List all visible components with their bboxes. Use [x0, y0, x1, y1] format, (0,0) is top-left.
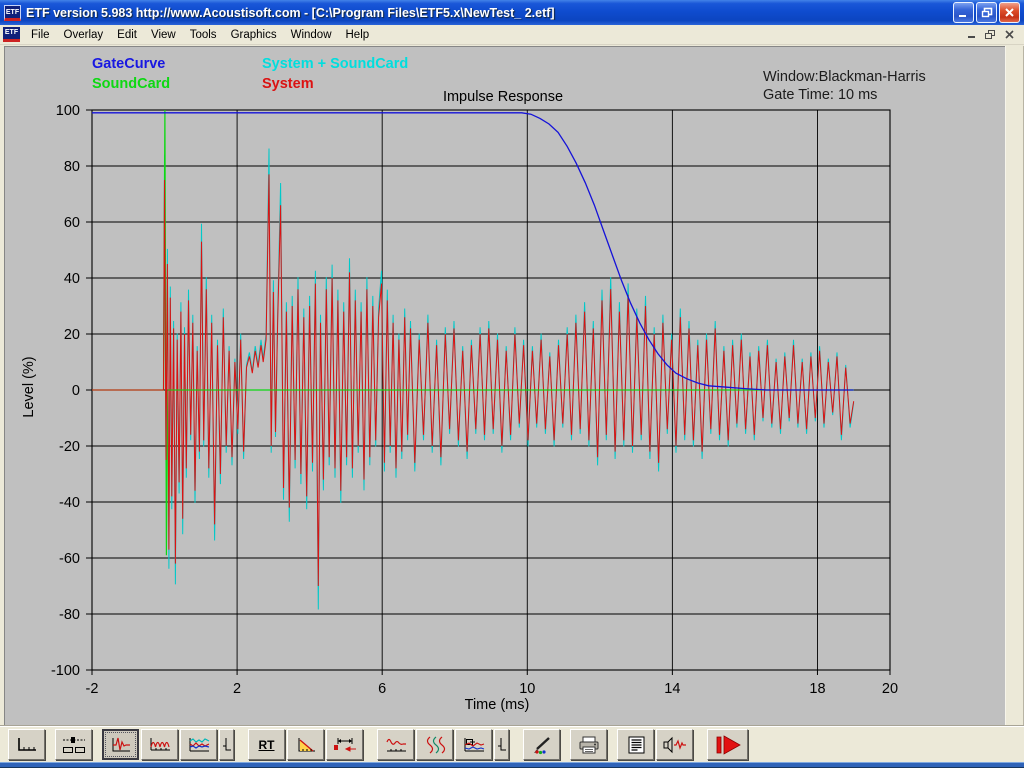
legend-item-soundcard: SoundCard — [92, 76, 170, 92]
gate-time-button[interactable] — [326, 729, 363, 760]
reverb-time-button[interactable]: RT — [248, 729, 285, 760]
menu-item-overlay[interactable]: Overlay — [57, 27, 111, 43]
menu-item-help[interactable]: Help — [339, 27, 377, 43]
app-window: ETF ETF version 5.983 http://www.Acousti… — [0, 0, 1024, 768]
mdi-minimize-button[interactable] — [963, 28, 980, 42]
play-arrow-icon — [713, 734, 743, 756]
menu-bar: ETF FileOverlayEditViewToolsGraphicsWind… — [0, 25, 1024, 45]
corner-axis-icon — [222, 735, 232, 755]
notes-document-icon — [624, 735, 648, 755]
y-axis-title: Level (%) — [21, 337, 37, 437]
run-measurement-button[interactable] — [707, 729, 748, 760]
overlay-curves-button[interactable] — [180, 729, 217, 760]
close-icon — [1005, 30, 1015, 39]
x-axis-title: Time (ms) — [437, 697, 557, 713]
restore-button[interactable] — [976, 2, 997, 23]
close-button[interactable] — [999, 2, 1020, 23]
energy-decay-button[interactable] — [287, 729, 324, 760]
window-right-edge — [1005, 46, 1024, 726]
step-curve-icon — [384, 735, 408, 755]
toolbar: RT — [0, 726, 1024, 762]
minimize-icon — [958, 8, 969, 18]
corner-axis-icon — [497, 735, 507, 755]
printer-icon — [577, 735, 601, 755]
close-icon — [1004, 7, 1015, 18]
annotate-button[interactable] — [523, 729, 560, 760]
mdi-restore-button[interactable] — [982, 28, 999, 42]
pencil-icon — [530, 735, 554, 755]
sliders-boxes-icon — [61, 735, 87, 755]
spectrogram-button[interactable] — [455, 729, 492, 760]
window-function-label: Window:Blackman-Harris — [763, 69, 926, 85]
menu-item-graphics[interactable]: Graphics — [224, 27, 284, 43]
marker-plot-icon — [462, 735, 486, 755]
legend-item-gatecurve: GateCurve — [92, 56, 165, 72]
notes-button[interactable] — [617, 729, 654, 760]
time-axis-icon — [15, 735, 39, 755]
menu-item-tools[interactable]: Tools — [183, 27, 224, 43]
chart-title: Impulse Response — [403, 89, 603, 105]
minimize-button[interactable] — [953, 2, 974, 23]
window-bottom-border — [0, 762, 1024, 768]
menu-item-window[interactable]: Window — [284, 27, 339, 43]
chart-surface — [4, 46, 1005, 726]
small-axis-button-2[interactable] — [494, 729, 509, 760]
document-icon[interactable]: ETF — [3, 27, 20, 42]
restore-icon — [981, 7, 993, 18]
legend-item-system-soundcard: System + SoundCard — [262, 56, 408, 72]
multi-waves-icon — [187, 735, 211, 755]
window-title: ETF version 5.983 http://www.Acoustisoft… — [26, 6, 953, 20]
chart-client-area — [0, 46, 1024, 726]
restore-icon — [985, 30, 996, 40]
sine-waves-icon — [148, 735, 172, 755]
minimize-icon — [967, 30, 977, 39]
menu-item-edit[interactable]: Edit — [110, 27, 144, 43]
small-axis-button-1[interactable] — [219, 729, 234, 760]
rt-text: RT — [259, 738, 275, 752]
print-button[interactable] — [570, 729, 607, 760]
mdi-close-button[interactable] — [1001, 28, 1018, 42]
gate-time-label: Gate Time: 10 ms — [763, 87, 877, 103]
app-icon: ETF — [4, 5, 21, 21]
title-bar: ETF ETF version 5.983 http://www.Acousti… — [0, 0, 1024, 25]
speaker-impulse-icon — [662, 735, 688, 755]
impulse-response-icon — [109, 735, 133, 755]
display-setup-button[interactable] — [55, 729, 92, 760]
menu-item-file[interactable]: File — [24, 27, 57, 43]
legend-item-system: System — [262, 76, 314, 92]
waterfall-button[interactable] — [416, 729, 453, 760]
energy-decay-icon — [294, 735, 318, 755]
time-axis-button[interactable] — [8, 729, 45, 760]
vertical-waves-icon — [423, 735, 447, 755]
frequency-response-button[interactable] — [141, 729, 178, 760]
measure-button[interactable] — [656, 729, 693, 760]
gate-arrows-icon — [332, 735, 358, 755]
step-response-button[interactable] — [377, 729, 414, 760]
menu-item-view[interactable]: View — [144, 27, 183, 43]
impulse-response-button[interactable] — [102, 729, 139, 760]
